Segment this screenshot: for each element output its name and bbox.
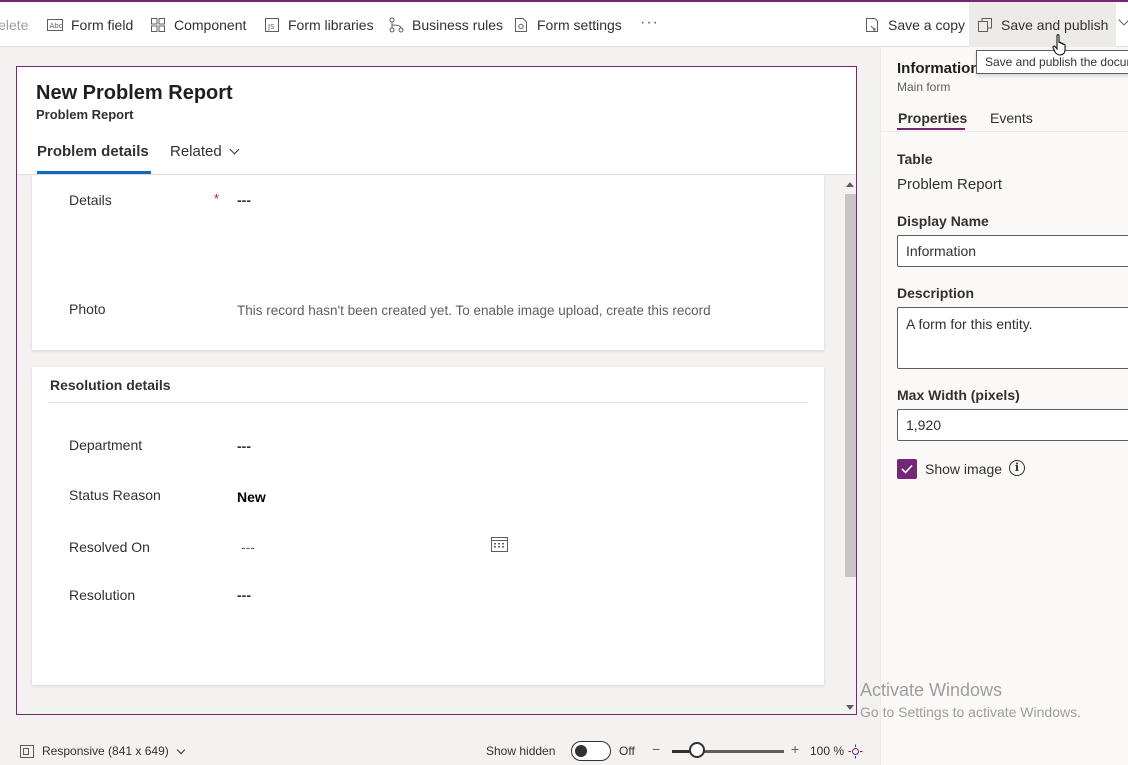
- form-field-button[interactable]: Abc Form field: [47, 2, 133, 47]
- canvas-status-bar: Responsive (841 x 649) Show hidden Off −…: [0, 736, 880, 765]
- properties-panel: Information Main form Properties Events …: [880, 47, 1128, 765]
- resolution-section[interactable]: Resolution details Department --- Status…: [32, 367, 824, 685]
- form-libraries-button[interactable]: JS Form libraries: [264, 2, 374, 47]
- business-rules-label: Business rules: [412, 16, 504, 33]
- department-value[interactable]: ---: [237, 438, 251, 454]
- toggle-knob: [575, 745, 587, 757]
- department-label: Department: [69, 437, 143, 453]
- save-publish-button[interactable]: Save and publish: [969, 2, 1117, 47]
- max-width-value: 1,920: [906, 417, 942, 433]
- flow-icon: [388, 17, 404, 33]
- form-settings-label: Form settings: [537, 16, 622, 33]
- panel-title: Information: [897, 60, 980, 77]
- status-reason-value[interactable]: New: [237, 489, 266, 505]
- responsive-device-icon: [20, 745, 34, 758]
- display-name-label: Display Name: [897, 213, 989, 229]
- save-copy-label: Save a copy: [888, 16, 966, 33]
- form-entity-name: Problem Report: [36, 107, 134, 122]
- save-publish-label: Save and publish: [1001, 16, 1109, 33]
- vertical-scrollbar[interactable]: [843, 175, 856, 714]
- form-title: New Problem Report: [36, 82, 233, 104]
- general-section[interactable]: Details * --- Photo This record hasn't b…: [32, 175, 824, 350]
- panel-subtitle: Main form: [897, 80, 951, 94]
- tab-events[interactable]: Events: [990, 110, 1033, 126]
- section-title: Resolution details: [50, 377, 171, 393]
- javascript-icon: JS: [264, 17, 280, 33]
- scroll-down-arrow-icon[interactable]: [846, 705, 854, 710]
- description-label: Description: [897, 285, 975, 301]
- scroll-up-arrow-icon[interactable]: [846, 182, 854, 187]
- screen-size-label: Responsive (841 x 649): [42, 744, 169, 758]
- section-divider: [48, 402, 808, 403]
- show-hidden-label: Show hidden: [486, 744, 556, 758]
- activate-windows-watermark: Activate Windows Go to Settings to activ…: [860, 680, 1081, 720]
- resolved-on-value[interactable]: ---: [241, 539, 255, 555]
- zoom-level: 100 %: [810, 744, 845, 758]
- save-copy-icon: [864, 17, 880, 33]
- publish-icon: [977, 17, 993, 33]
- watermark-line-1: Activate Windows: [860, 680, 1003, 700]
- zoom-slider-thumb[interactable]: [689, 742, 705, 758]
- delete-label: Delete: [0, 16, 29, 33]
- scrollbar-thumb[interactable]: [845, 194, 856, 577]
- max-width-input[interactable]: 1,920: [897, 409, 1128, 441]
- status-reason-label: Status Reason: [69, 487, 161, 503]
- component-icon: [150, 17, 166, 33]
- business-rules-button[interactable]: Business rules: [388, 2, 503, 47]
- display-name-input[interactable]: Information: [897, 235, 1128, 267]
- settings-page-icon: [513, 17, 529, 33]
- watermark-line-2: Go to Settings to activate Windows.: [860, 704, 1081, 720]
- panel-tab-indicator: [897, 128, 965, 130]
- calendar-icon[interactable]: [491, 536, 508, 552]
- svg-text:JS: JS: [267, 23, 275, 31]
- screen-size-selector[interactable]: Responsive (841 x 649): [42, 744, 186, 758]
- description-value: A form for this entity.: [906, 316, 1033, 332]
- tab-problem-details[interactable]: Problem details: [37, 143, 149, 160]
- delete-button[interactable]: Delete: [0, 2, 28, 47]
- photo-value: This record hasn't been created yet. To …: [237, 303, 711, 318]
- tab-selected-indicator: [37, 171, 151, 174]
- form-field-label: Form field: [71, 16, 134, 33]
- save-copy-button[interactable]: Save a copy: [864, 2, 965, 47]
- resolution-label: Resolution: [69, 587, 136, 603]
- form-settings-button[interactable]: Form settings: [513, 2, 622, 47]
- resolved-on-label: Resolved On: [69, 539, 150, 555]
- component-button[interactable]: Component: [150, 2, 246, 47]
- info-icon[interactable]: i: [1009, 460, 1025, 476]
- display-name-value: Information: [906, 243, 977, 259]
- details-value[interactable]: ---: [237, 192, 251, 208]
- photo-label: Photo: [69, 301, 106, 317]
- save-dropdown-chevron-icon[interactable]: [1118, 14, 1128, 26]
- max-width-label: Max Width (pixels): [897, 387, 1020, 403]
- checkmark-icon: [901, 464, 913, 474]
- table-label: Table: [897, 151, 933, 167]
- command-bar: Delete Abc Form field Component JS Form …: [0, 0, 1128, 47]
- hand-cursor-icon: [1052, 34, 1066, 56]
- tab-related-label: Related: [170, 143, 222, 160]
- resolution-value[interactable]: ---: [237, 587, 251, 603]
- show-image-checkbox[interactable]: [897, 459, 917, 479]
- table-value: Problem Report: [897, 176, 1003, 193]
- form-canvas: New Problem Report Problem Report Proble…: [16, 66, 857, 715]
- more-commands-button[interactable]: ···: [640, 14, 659, 32]
- show-image-label: Show image: [925, 461, 1003, 477]
- svg-text:Abc: Abc: [50, 22, 63, 30]
- required-marker: *: [214, 191, 220, 206]
- zoom-out-button[interactable]: −: [652, 741, 660, 757]
- details-label: Details: [69, 192, 112, 208]
- form-header: New Problem Report Problem Report Proble…: [17, 67, 856, 175]
- show-hidden-toggle[interactable]: [571, 741, 611, 761]
- fit-to-screen-icon[interactable]: [848, 744, 863, 759]
- component-label: Component: [174, 16, 247, 33]
- zoom-in-button[interactable]: +: [791, 741, 799, 757]
- tab-properties[interactable]: Properties: [898, 110, 967, 126]
- chevron-down-icon: [229, 144, 240, 155]
- description-textarea[interactable]: A form for this entity.: [897, 307, 1128, 369]
- form-libraries-label: Form libraries: [288, 16, 374, 33]
- toggle-state-label: Off: [619, 744, 635, 758]
- chevron-down-icon: [176, 745, 186, 755]
- panel-tab-divider: [881, 131, 1128, 132]
- tab-related[interactable]: Related: [170, 143, 240, 160]
- text-field-icon: Abc: [47, 17, 63, 33]
